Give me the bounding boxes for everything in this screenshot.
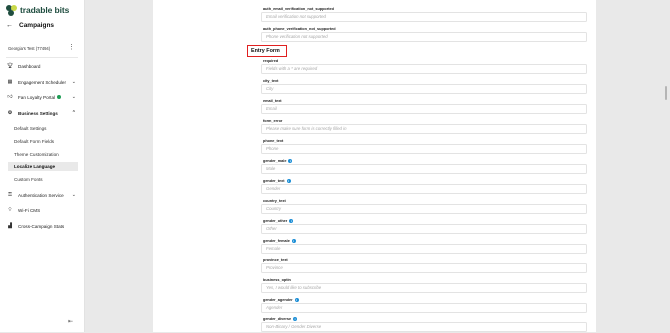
sidebar-item-fan-loyalty-portal[interactable]: 👍︎ Fan Loyalty Portal ⌄ [6,92,78,102]
translation-input[interactable]: Female [261,244,587,254]
translation-field: business_optin Yes, I would like to subs… [255,277,587,294]
sidebar-item-engagement-scheduler[interactable]: ▦ Engagement Scheduler ⌄ [6,77,78,87]
sidebar-item-label: Cross-Campaign Stats [18,223,65,229]
sidebar-item-dashboard[interactable]: 🏆︎ Dashboard [6,61,78,71]
translation-field: gender_diverse i Non-Binary / Gender Dive… [255,316,587,333]
translation-field: form_error Please make sure form is corr… [255,118,587,135]
field-label-text: gender_diverse [263,317,292,321]
translation-field: gender_female i Female [255,238,587,255]
field-label: gender_other i [263,219,294,223]
field-label: gender_text i [263,179,291,183]
field-label: email_text [263,99,282,103]
settings-icon: ⚙ [7,110,13,116]
field-label: gender_female i [263,239,296,243]
translation-field: gender_other i Other [255,218,587,235]
translation-field: phone_text Phone [255,138,587,155]
trophy-icon: 🏆︎ [6,63,14,69]
field-label: phone_text [263,139,284,143]
translation-input[interactable]: Fields with a * are required [261,64,587,74]
sub-item-default-settings[interactable]: Default Settings [8,124,78,133]
translation-input[interactable]: Other [261,224,587,234]
sidebar-item-business-settings[interactable]: ⚙ Business Settings ⌃ [6,108,78,118]
collapse-sidebar-icon[interactable]: ⇤ [68,318,73,325]
translation-field: city_text City [255,78,587,95]
info-icon[interactable]: i [286,179,291,183]
translation-field: required Fields with a * are required [255,58,587,75]
sidebar-item-label: Engagement Scheduler [18,79,67,85]
translation-input[interactable]: Yes, I would like to subscribe [261,283,587,293]
back-arrow-icon: ← [6,22,13,29]
entry-form-fields: required Fields with a * are required ci… [153,0,596,332]
field-label-text: gender_male [263,159,287,163]
back-label: Campaigns [19,22,55,29]
field-label: gender_male i [263,159,293,163]
field-label: required [263,59,279,63]
sidebar: tradable bits ← Campaigns Georgia's Test… [0,0,85,332]
status-badge [57,95,62,99]
info-icon[interactable]: i [289,219,294,223]
sub-item-default-form-fields[interactable]: Default Form Fields [8,137,78,146]
field-label: city_text [263,79,279,83]
translation-field: gender_text i Gender [255,178,587,195]
translation-input[interactable]: Email [261,104,587,114]
field-label: province_text [263,258,288,262]
sidebar-item-label: Wi-Fi CMS [18,207,41,213]
bar-chart-icon: ▟ [8,223,12,229]
translation-input[interactable]: Agender [261,303,587,313]
translation-field: gender_agender i Agender [255,297,587,314]
translation-input[interactable]: Male [261,164,587,174]
translation-input[interactable]: Country [261,204,587,214]
field-label: business_optin [263,278,291,282]
sub-item-theme-customization[interactable]: Theme Customization [8,150,78,159]
page-scrollbar[interactable] [665,86,667,100]
translation-input[interactable]: Gender [261,184,587,194]
translation-input[interactable]: Phone [261,144,587,154]
field-label: form_error [263,119,283,123]
sidebar-item-label: Fan Loyalty Portal [18,94,56,100]
sidebar-item-wifi-cms[interactable]: ⌔ Wi-Fi CMS [6,205,78,215]
field-label-text: gender_text [263,179,285,183]
sidebar-item-authentication-service[interactable]: ⚿ Authentication Service ⌄ [6,190,78,200]
field-label-text: gender_female [263,239,290,243]
logo-icon [6,4,17,16]
back-to-campaigns[interactable]: ← Campaigns [6,22,54,29]
sidebar-item-label: Business Settings [18,110,58,116]
info-icon[interactable]: i [291,239,296,243]
info-icon[interactable]: i [288,159,293,163]
sidebar-item-cross-campaign-stats[interactable]: ▟ Cross-Campaign Stats [6,221,78,231]
sub-item-custom-fonts[interactable]: Custom Fonts [8,175,78,184]
translation-input[interactable]: Province [261,263,587,273]
brand-logo[interactable]: tradable bits [6,4,69,16]
chevron-down-icon: ⌄ [71,94,76,100]
field-label: gender_diverse i [263,317,298,321]
info-icon[interactable]: i [294,298,299,302]
translation-input[interactable]: City [261,84,587,94]
translation-field: email_text Email [255,98,587,115]
sidebar-item-label: Dashboard [18,63,41,69]
calendar-icon: ▦ [7,79,13,85]
wifi-icon: ⌔ [7,207,13,213]
sidebar-item-label: Authentication Service [18,192,64,198]
translation-field: gender_male i Male [255,158,587,175]
brand-name: tradable bits [20,5,70,15]
translation-field: country_text Country [255,198,587,215]
divider [6,57,78,58]
field-label-text: gender_other [263,219,288,223]
chevron-down-icon: ⌄ [71,79,76,85]
field-label-text: gender_agender [263,298,293,302]
thumbs-up-icon: 👍︎ [7,94,13,100]
translation-input[interactable]: Please make sure form is correctly fille… [261,124,587,134]
field-label: country_text [263,199,286,203]
info-icon[interactable]: i [293,317,298,321]
chevron-up-icon: ⌃ [71,110,76,116]
translation-input[interactable]: Non-Binary / Gender Diverse [261,322,587,332]
key-icon: ⚿ [8,192,12,198]
sub-item-localize-language[interactable]: Localize Language [8,162,78,171]
account-name: Georgia's Test (77494) [8,46,51,51]
chevron-down-icon: ⌄ [71,192,76,198]
account-menu-icon[interactable]: ⋮ [68,44,75,51]
translation-field: province_text Province [255,257,587,274]
field-label: gender_agender i [263,298,299,302]
